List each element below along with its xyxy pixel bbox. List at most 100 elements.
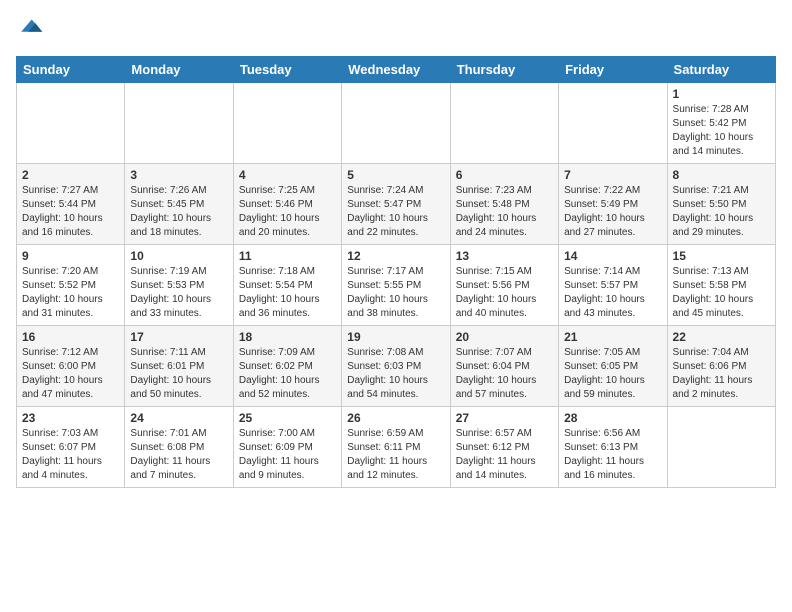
day-of-week-header: Thursday	[450, 57, 558, 83]
day-number: 22	[673, 330, 770, 344]
calendar-cell: 17 Sunrise: 7:11 AM Sunset: 6:01 PM Dayli…	[125, 326, 233, 407]
calendar-week-row: 2 Sunrise: 7:27 AM Sunset: 5:44 PM Daylig…	[17, 164, 776, 245]
calendar-week-row: 16 Sunrise: 7:12 AM Sunset: 6:00 PM Dayli…	[17, 326, 776, 407]
day-number: 10	[130, 249, 227, 263]
calendar-cell: 24 Sunrise: 7:01 AM Sunset: 6:08 PM Dayli…	[125, 407, 233, 488]
calendar-cell: 12Sunrise: 7:17 AM Sunset: 5:55 PM Dayli…	[342, 245, 450, 326]
calendar-cell: 19 Sunrise: 7:08 AM Sunset: 6:03 PM Dayli…	[342, 326, 450, 407]
calendar-cell: 2 Sunrise: 7:27 AM Sunset: 5:44 PM Daylig…	[17, 164, 125, 245]
calendar-cell	[342, 83, 450, 164]
calendar-week-row: 9 Sunrise: 7:20 AM Sunset: 5:52 PM Daylig…	[17, 245, 776, 326]
day-info: Sunrise: 7:26 AM Sunset: 5:45 PM Dayligh…	[130, 184, 227, 240]
day-number: 16	[22, 330, 119, 344]
day-of-week-header: Wednesday	[342, 57, 450, 83]
calendar-cell: 6 Sunrise: 7:23 AM Sunset: 5:48 PM Daylig…	[450, 164, 558, 245]
day-number: 4	[239, 168, 336, 182]
day-number: 7	[564, 168, 661, 182]
day-number: 13	[456, 249, 553, 263]
day-number: 9	[22, 249, 119, 263]
day-info: Sunrise: 7:07 AM Sunset: 6:04 PM Dayligh…	[456, 346, 553, 402]
day-info: Sunrise: 7:17 AM Sunset: 5:55 PM Dayligh…	[347, 265, 444, 321]
day-of-week-header: Saturday	[667, 57, 775, 83]
calendar-cell: 23 Sunrise: 7:03 AM Sunset: 6:07 PM Dayli…	[17, 407, 125, 488]
day-info: Sunrise: 7:11 AM Sunset: 6:01 PM Dayligh…	[130, 346, 227, 402]
day-info: Sunrise: 7:20 AM Sunset: 5:52 PM Dayligh…	[22, 265, 119, 321]
day-number: 6	[456, 168, 553, 182]
day-info: Sunrise: 7:25 AM Sunset: 5:46 PM Dayligh…	[239, 184, 336, 240]
day-number: 27	[456, 411, 553, 425]
calendar-week-row: 23 Sunrise: 7:03 AM Sunset: 6:07 PM Dayli…	[17, 407, 776, 488]
calendar-cell: 9 Sunrise: 7:20 AM Sunset: 5:52 PM Daylig…	[17, 245, 125, 326]
day-info: Sunrise: 7:15 AM Sunset: 5:56 PM Dayligh…	[456, 265, 553, 321]
day-number: 15	[673, 249, 770, 263]
day-number: 26	[347, 411, 444, 425]
calendar-cell: 4 Sunrise: 7:25 AM Sunset: 5:46 PM Daylig…	[233, 164, 341, 245]
calendar-cell: 11 Sunrise: 7:18 AM Sunset: 5:54 PM Dayli…	[233, 245, 341, 326]
day-number: 1	[673, 87, 770, 101]
calendar-header-row: SundayMondayTuesdayWednesdayThursdayFrid…	[17, 57, 776, 83]
calendar: SundayMondayTuesdayWednesdayThursdayFrid…	[16, 56, 776, 488]
day-number: 23	[22, 411, 119, 425]
day-number: 24	[130, 411, 227, 425]
day-number: 3	[130, 168, 227, 182]
day-info: Sunrise: 7:24 AM Sunset: 5:47 PM Dayligh…	[347, 184, 444, 240]
day-info: Sunrise: 7:21 AM Sunset: 5:50 PM Dayligh…	[673, 184, 770, 240]
calendar-cell: 20Sunrise: 7:07 AM Sunset: 6:04 PM Dayli…	[450, 326, 558, 407]
day-info: Sunrise: 7:12 AM Sunset: 6:00 PM Dayligh…	[22, 346, 119, 402]
logo	[16, 16, 48, 44]
day-number: 28	[564, 411, 661, 425]
calendar-cell	[17, 83, 125, 164]
day-info: Sunrise: 7:01 AM Sunset: 6:08 PM Dayligh…	[130, 427, 227, 483]
day-number: 17	[130, 330, 227, 344]
day-number: 19	[347, 330, 444, 344]
calendar-week-row: 1 Sunrise: 7:28 AM Sunset: 5:42 PM Daylig…	[17, 83, 776, 164]
day-number: 14	[564, 249, 661, 263]
calendar-cell: 1 Sunrise: 7:28 AM Sunset: 5:42 PM Daylig…	[667, 83, 775, 164]
calendar-cell: 10 Sunrise: 7:19 AM Sunset: 5:53 PM Dayli…	[125, 245, 233, 326]
calendar-cell: 22 Sunrise: 7:04 AM Sunset: 6:06 PM Dayli…	[667, 326, 775, 407]
day-info: Sunrise: 7:03 AM Sunset: 6:07 PM Dayligh…	[22, 427, 119, 483]
day-info: Sunrise: 7:00 AM Sunset: 6:09 PM Dayligh…	[239, 427, 336, 483]
calendar-cell	[233, 83, 341, 164]
day-info: Sunrise: 7:09 AM Sunset: 6:02 PM Dayligh…	[239, 346, 336, 402]
calendar-cell: 8 Sunrise: 7:21 AM Sunset: 5:50 PM Daylig…	[667, 164, 775, 245]
day-of-week-header: Friday	[559, 57, 667, 83]
calendar-cell: 5 Sunrise: 7:24 AM Sunset: 5:47 PM Daylig…	[342, 164, 450, 245]
day-of-week-header: Tuesday	[233, 57, 341, 83]
day-info: Sunrise: 6:59 AM Sunset: 6:11 PM Dayligh…	[347, 427, 444, 483]
day-of-week-header: Monday	[125, 57, 233, 83]
day-number: 11	[239, 249, 336, 263]
calendar-cell: 14Sunrise: 7:14 AM Sunset: 5:57 PM Dayli…	[559, 245, 667, 326]
calendar-cell: 28 Sunrise: 6:56 AM Sunset: 6:13 PM Dayli…	[559, 407, 667, 488]
day-info: Sunrise: 7:08 AM Sunset: 6:03 PM Dayligh…	[347, 346, 444, 402]
day-of-week-header: Sunday	[17, 57, 125, 83]
calendar-cell: 26 Sunrise: 6:59 AM Sunset: 6:11 PM Dayli…	[342, 407, 450, 488]
calendar-cell	[667, 407, 775, 488]
day-number: 21	[564, 330, 661, 344]
day-info: Sunrise: 7:23 AM Sunset: 5:48 PM Dayligh…	[456, 184, 553, 240]
day-info: Sunrise: 7:27 AM Sunset: 5:44 PM Dayligh…	[22, 184, 119, 240]
logo-icon	[16, 16, 44, 44]
calendar-cell: 21Sunrise: 7:05 AM Sunset: 6:05 PM Dayli…	[559, 326, 667, 407]
day-info: Sunrise: 7:04 AM Sunset: 6:06 PM Dayligh…	[673, 346, 770, 402]
day-info: Sunrise: 7:19 AM Sunset: 5:53 PM Dayligh…	[130, 265, 227, 321]
day-number: 8	[673, 168, 770, 182]
calendar-cell: 7 Sunrise: 7:22 AM Sunset: 5:49 PM Daylig…	[559, 164, 667, 245]
day-info: Sunrise: 6:57 AM Sunset: 6:12 PM Dayligh…	[456, 427, 553, 483]
calendar-cell	[559, 83, 667, 164]
day-info: Sunrise: 7:18 AM Sunset: 5:54 PM Dayligh…	[239, 265, 336, 321]
day-info: Sunrise: 7:28 AM Sunset: 5:42 PM Dayligh…	[673, 103, 770, 159]
day-info: Sunrise: 7:22 AM Sunset: 5:49 PM Dayligh…	[564, 184, 661, 240]
calendar-cell: 15 Sunrise: 7:13 AM Sunset: 5:58 PM Dayli…	[667, 245, 775, 326]
calendar-cell: 13 Sunrise: 7:15 AM Sunset: 5:56 PM Dayli…	[450, 245, 558, 326]
day-number: 5	[347, 168, 444, 182]
day-number: 2	[22, 168, 119, 182]
page-header	[16, 16, 776, 44]
day-number: 18	[239, 330, 336, 344]
calendar-cell: 27 Sunrise: 6:57 AM Sunset: 6:12 PM Dayli…	[450, 407, 558, 488]
calendar-cell	[125, 83, 233, 164]
day-info: Sunrise: 7:13 AM Sunset: 5:58 PM Dayligh…	[673, 265, 770, 321]
calendar-cell	[450, 83, 558, 164]
day-info: Sunrise: 6:56 AM Sunset: 6:13 PM Dayligh…	[564, 427, 661, 483]
day-number: 25	[239, 411, 336, 425]
